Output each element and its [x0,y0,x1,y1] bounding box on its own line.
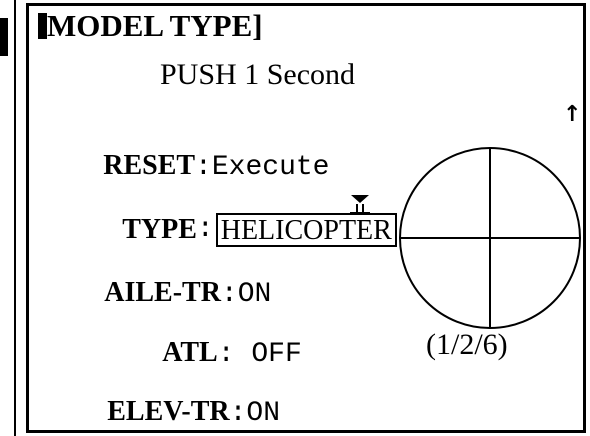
up-arrow-icon[interactable]: ↑ [563,104,581,126]
adjacent-panel-edge [0,0,16,436]
elev-tr-row[interactable]: ELEV-TR:ON [40,370,280,436]
type-label: TYPE [122,214,197,245]
stick-position-dial [399,147,581,329]
atl-label: ATL [162,337,218,368]
lcd-screen: MODEL TYPE] PUSH 1 Second ↑ RESET:Execut… [0,0,590,436]
aile-tr-value[interactable]: ON [238,279,272,310]
type-separator: : [196,214,214,245]
atl-separator: : [217,339,235,370]
elev-tr-value[interactable]: ON [246,398,280,429]
page-title: MODEL TYPE] [38,10,263,41]
elev-tr-separator: : [229,398,247,429]
reset-value[interactable]: Execute [212,152,330,183]
title-cursor [38,13,47,39]
panel-notch [0,18,8,56]
elev-tr-label: ELEV-TR [107,396,230,427]
atl-value[interactable]: OFF [235,339,301,370]
aile-tr-separator: : [220,279,238,310]
push-hint: PUSH 1 Second [160,58,356,91]
title-text: MODEL TYPE] [47,8,263,43]
reset-separator: : [195,152,212,183]
stick-position-label: (1/2/6) [426,328,508,361]
aile-tr-label: AILE-TR [104,277,221,308]
reset-label: RESET [103,150,196,181]
type-value-field[interactable]: HELICOPTER [215,213,397,247]
select-list-icon[interactable] [347,192,373,218]
